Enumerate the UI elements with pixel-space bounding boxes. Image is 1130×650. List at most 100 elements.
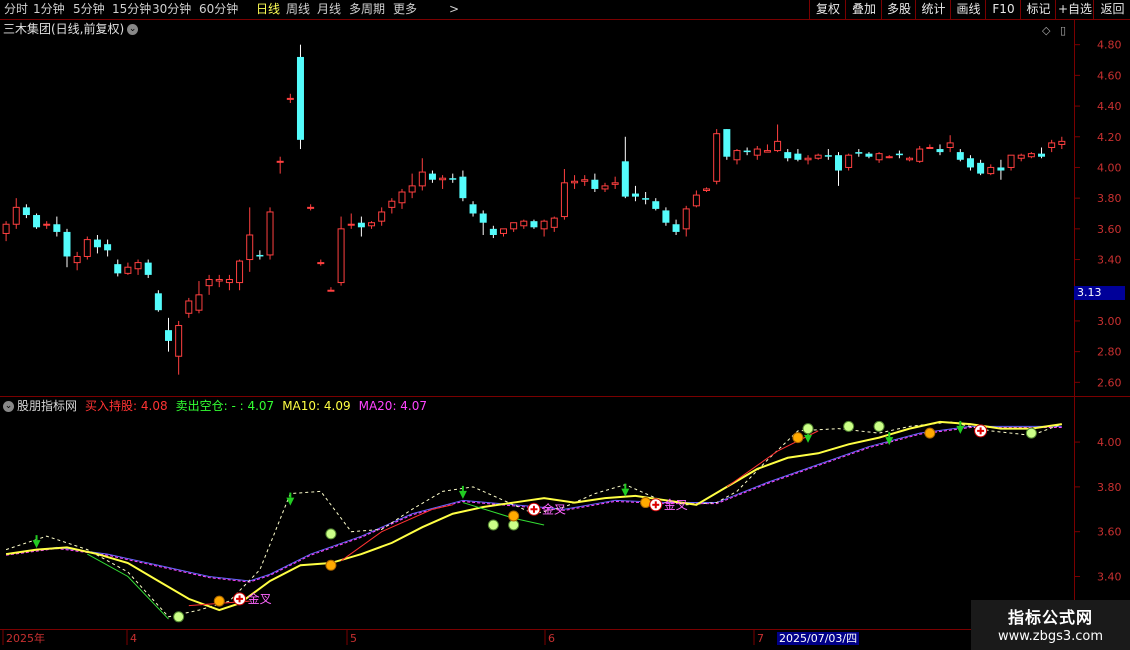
down-arrow-icon (956, 425, 965, 434)
candle-body-up (906, 157, 914, 161)
candle-body-down (63, 231, 71, 257)
orange-fruit-icon (792, 432, 804, 444)
green-apple-icon (1025, 427, 1037, 439)
candle-body-up (388, 200, 396, 208)
candle-body-up (246, 234, 254, 261)
time-axis-label: 6 (548, 632, 555, 645)
buy-segment (340, 504, 453, 562)
indicator-title: ⌄ 股朋指标网 买入持股: 4.08 卖出空仓: - : 4.07 MA10: 4.09… (3, 399, 435, 413)
candle-body-down (977, 162, 985, 174)
candle-body-down (997, 167, 1005, 171)
candle-body-down (469, 204, 477, 214)
time-axis-label: 5 (350, 632, 357, 645)
price-axis-label: 3.00 (1097, 315, 1122, 328)
chevron-down-icon[interactable]: ⌄ (3, 401, 14, 412)
candle-body-down (642, 198, 650, 200)
golden-cross-label: 金叉 (664, 497, 688, 512)
candle-body-up (804, 157, 812, 161)
candle-body-down (743, 150, 751, 153)
candle-body-up (236, 260, 244, 284)
candle-body-down (530, 221, 538, 228)
candle-body-up (215, 278, 223, 282)
down-arrow-icon (32, 540, 41, 549)
green-apple-icon (802, 423, 814, 435)
diamond-icon[interactable]: ◇ (1042, 24, 1051, 37)
candle-body-up (418, 171, 426, 187)
candle-body-up (682, 208, 690, 230)
legend-item-3: MA20: 4.07 (358, 399, 428, 413)
candle-body-up (733, 150, 741, 161)
chart-canvas[interactable]: 4.804.604.404.204.003.803.603.403.203.00… (0, 0, 1130, 650)
chevron-down-icon[interactable]: ⌄ (127, 24, 139, 35)
price-axis-label: 3.40 (1097, 254, 1122, 267)
green-apple-icon (325, 528, 337, 540)
candle-body-up (317, 262, 325, 265)
candle-body-down (114, 264, 122, 274)
candle-body-up (1048, 142, 1056, 149)
candle-body-down (459, 176, 467, 199)
candle-body-up (408, 185, 416, 193)
candle-body-up (327, 289, 335, 292)
orange-fruit-icon (325, 559, 337, 571)
candle-body-down (104, 244, 112, 251)
candle-body-down (591, 179, 599, 189)
down-arrow-icon (804, 434, 813, 443)
candle-body-up (692, 194, 700, 207)
price-axis-label: 3.60 (1097, 223, 1122, 236)
candle-body-down (53, 224, 61, 232)
candle-body-up (885, 156, 893, 159)
price-axis-label: 2.80 (1097, 346, 1122, 359)
candle-body-up (1007, 154, 1015, 168)
candle-body-up (185, 300, 193, 314)
candle-body-up (916, 148, 924, 162)
candle-body-up (73, 255, 81, 264)
orange-fruit-icon (924, 427, 936, 439)
green-apple-icon (843, 420, 855, 432)
price-axis-label: 4.40 (1097, 100, 1122, 113)
candle-body-down (256, 254, 264, 257)
candle-body-down (479, 213, 487, 223)
candle-body-up (611, 182, 619, 185)
indicator-legend: 买入持股: 4.08 卖出空仓: - : 4.07 MA10: 4.09 MA20: … (85, 399, 435, 413)
candle-body-down (824, 155, 832, 157)
candle-body-up (347, 223, 355, 226)
candle-body-up (83, 239, 91, 257)
candle-body-down (723, 129, 731, 157)
candle-body-up (571, 180, 579, 184)
candle-body-up (175, 325, 183, 357)
candle-body-down (631, 193, 639, 197)
price-axis-label: 2.60 (1097, 376, 1122, 389)
candle-body-up (814, 154, 822, 159)
candle-body-up (286, 97, 294, 100)
orange-fruit-icon (213, 595, 225, 607)
candle-body-up (1017, 154, 1025, 159)
price-axis-label: 4.60 (1097, 69, 1122, 82)
price-axis-label: 4.20 (1097, 131, 1122, 144)
green-apple-icon (487, 519, 499, 531)
price-axis-label: 4.80 (1097, 39, 1122, 52)
candle-body-up (398, 191, 406, 204)
candle-body-down (834, 155, 842, 171)
candle-body-up (195, 294, 203, 311)
indicator-axis-label: 4.00 (1097, 436, 1122, 449)
candle-body-up (1058, 140, 1066, 145)
orange-fruit-icon (640, 497, 652, 509)
candle-body-up (337, 228, 345, 284)
stock-title: 三木集团(日线,前复权) (3, 22, 125, 36)
candle-body-up (601, 185, 609, 190)
candle-body-up (753, 148, 761, 156)
main-chart-title: 三木集团(日线,前复权) ⌄ (3, 22, 139, 36)
candle-body-up (307, 206, 315, 209)
candle-body-down (956, 152, 964, 160)
candle-body-down (784, 152, 792, 159)
down-arrow-icon (458, 490, 467, 499)
candle-body-down (966, 158, 974, 168)
legend-item-0: 买入持股: 4.08 (85, 399, 168, 413)
window-icon[interactable]: ▯ (1060, 24, 1066, 37)
time-axis-label: 4 (130, 632, 137, 645)
candle-body-down (652, 201, 660, 209)
time-axis-label: 7 (757, 632, 764, 645)
golden-cross-label: 金叉 (248, 591, 272, 606)
candle-body-up (439, 177, 447, 181)
candle-body-down (428, 173, 436, 180)
